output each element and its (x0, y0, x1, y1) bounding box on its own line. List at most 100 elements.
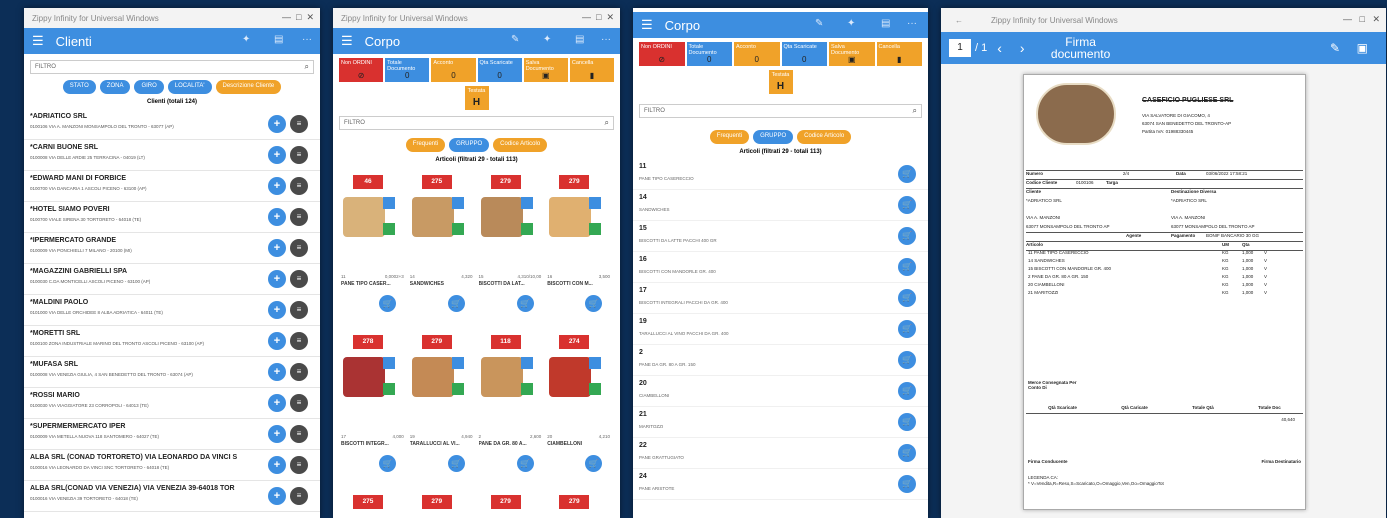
cart-icon[interactable]: 🛒 (898, 382, 916, 400)
article-row[interactable]: 19 TARALLUCCI AL VINO PACCHI DA GR. 400 🛒 (633, 314, 928, 345)
add-document-button[interactable]: + (268, 332, 286, 350)
cart-icon[interactable]: 🛒 (379, 295, 396, 312)
client-menu-button[interactable]: ≡ (290, 301, 308, 319)
toolbar-button[interactable]: Non ORDINI ⊘ (339, 58, 384, 82)
article-row[interactable]: 14 SANDWICHES 🛒 (633, 190, 928, 221)
edit-icon[interactable]: ✎ (1330, 41, 1340, 55)
cart-icon[interactable]: 🛒 (585, 295, 603, 312)
client-row[interactable]: *ROSSI MARIO 0100030 VIA VIAGGIATORE 23 C… (24, 388, 320, 419)
toolbar-button[interactable]: Cancella ▮ (876, 42, 922, 66)
client-row[interactable]: *MAGAZZINI GABRIELLI SPA 0100030 C.DA MON… (24, 264, 320, 295)
product-card[interactable]: 274 20 4,210 CIAMBELLONI 🛒 (545, 327, 614, 487)
note-icon[interactable] (520, 383, 533, 395)
search-icon[interactable]: ⌕ (605, 118, 609, 128)
product-image[interactable] (411, 357, 454, 397)
client-row[interactable]: *IPERMERCATO GRANDE 0100009 VIA PONCHIELL… (24, 233, 320, 264)
article-row[interactable]: 21 MARITOZZI 🛒 (633, 407, 928, 438)
chip-codice[interactable]: Codice Articolo (797, 130, 852, 144)
product-image[interactable] (549, 197, 592, 237)
pin-icon[interactable]: ✦ (847, 18, 855, 29)
tag-icon[interactable] (383, 357, 395, 369)
search-input[interactable]: FILTRO ⌕ (339, 116, 614, 130)
toolbar-button[interactable]: Non ORDINI ⊘ (639, 42, 685, 66)
cart-icon[interactable]: 🛒 (379, 455, 396, 472)
tag-icon[interactable] (451, 197, 464, 209)
chip-gruppo[interactable]: GRUPPO (753, 130, 794, 144)
back-icon[interactable]: ← (955, 16, 963, 25)
chip-stato[interactable]: STATO (62, 80, 96, 94)
product-card[interactable]: 279 (477, 487, 546, 517)
cart-icon[interactable]: 🛒 (898, 258, 916, 276)
search-icon[interactable]: ⌕ (913, 106, 917, 116)
price-badge[interactable]: 46 (353, 175, 383, 189)
page-input[interactable]: 1 (949, 39, 971, 57)
note-icon[interactable] (451, 223, 464, 235)
cart-icon[interactable]: 🛒 (898, 444, 916, 462)
list-icon[interactable]: ▤ (274, 34, 283, 45)
cart-icon[interactable]: 🛒 (898, 165, 916, 183)
prev-page-icon[interactable]: ‹ (997, 40, 1002, 56)
client-row[interactable]: *CARNI BUONE SRL 0100008 VIA DELLE ARDIE … (24, 140, 320, 171)
add-document-button[interactable]: + (268, 115, 286, 133)
product-image[interactable] (480, 197, 523, 237)
client-menu-button[interactable]: ≡ (290, 363, 308, 381)
article-row[interactable]: 17 BISCOTTI INTEGRALI PACCHI DA GR. 400 🛒 (633, 283, 928, 314)
search-input[interactable]: FILTRO ⌕ (30, 60, 314, 74)
note-icon[interactable] (383, 223, 395, 235)
tag-icon[interactable] (520, 357, 533, 369)
toolbar-button[interactable]: Totale Documento 0 (686, 42, 732, 66)
toolbar-button[interactable]: Qta Scaricate 0 (477, 58, 522, 82)
hamburger-icon[interactable]: ☰ (641, 17, 653, 33)
note-icon[interactable] (589, 223, 602, 235)
price-badge[interactable]: 278 (353, 335, 383, 349)
chip-descrizione[interactable]: Descrizione Cliente (215, 80, 282, 94)
hamburger-icon[interactable]: ☰ (341, 33, 353, 49)
price-badge[interactable]: 274 (559, 335, 590, 349)
toolbar-button[interactable]: Acconto 0 (734, 42, 780, 66)
note-icon[interactable] (589, 383, 602, 395)
product-image[interactable] (549, 357, 592, 397)
product-image[interactable] (343, 197, 385, 237)
client-menu-button[interactable]: ≡ (290, 115, 308, 133)
testata-button[interactable]: Testata H (768, 70, 793, 94)
client-menu-button[interactable]: ≡ (290, 425, 308, 443)
chip-codice[interactable]: Codice Articolo (493, 138, 548, 152)
price-badge[interactable]: 279 (490, 495, 521, 509)
client-menu-button[interactable]: ≡ (290, 332, 308, 350)
product-card[interactable]: 279 16 3,500 BISCOTTI CON M... 🛒 (545, 167, 614, 327)
window-controls[interactable]: — □ ✕ (282, 12, 314, 23)
product-card[interactable]: 279 (545, 487, 614, 517)
list-icon[interactable]: ▤ (881, 18, 890, 29)
client-row[interactable]: *HOTEL SIAMO POVERI 0100700 VIALE SIRENA … (24, 202, 320, 233)
product-card[interactable]: 278 17 4,000 BISCOTTI INTEGR... 🛒 (339, 327, 408, 487)
cart-icon[interactable]: 🛒 (898, 475, 916, 493)
pin-icon[interactable]: ✦ (543, 34, 551, 45)
client-menu-button[interactable]: ≡ (290, 239, 308, 257)
cart-icon[interactable]: 🛒 (585, 455, 603, 472)
tag-icon[interactable] (589, 197, 602, 209)
note-icon[interactable] (383, 383, 395, 395)
window-controls[interactable]: — □ ✕ (582, 12, 614, 23)
price-badge[interactable]: 279 (559, 175, 590, 189)
edit-icon[interactable]: ✎ (511, 34, 519, 45)
add-document-button[interactable]: + (268, 301, 286, 319)
cart-icon[interactable]: 🛒 (898, 289, 916, 307)
add-document-button[interactable]: + (268, 146, 286, 164)
search-input[interactable]: FILTRO ⌕ (639, 104, 922, 118)
product-image[interactable] (480, 357, 523, 397)
article-row[interactable]: 16 BISCOTTI CON MANDORLE GR. 400 🛒 (633, 252, 928, 283)
client-menu-button[interactable]: ≡ (290, 394, 308, 412)
client-menu-button[interactable]: ≡ (290, 208, 308, 226)
price-badge[interactable]: 279 (421, 335, 452, 349)
chip-gruppo[interactable]: GRUPPO (449, 138, 490, 152)
add-document-button[interactable]: + (268, 425, 286, 443)
client-menu-button[interactable]: ≡ (290, 456, 308, 474)
tag-icon[interactable] (520, 197, 533, 209)
save-icon[interactable]: ▣ (1357, 41, 1368, 55)
price-badge[interactable]: 279 (421, 495, 452, 509)
window-controls[interactable]: — □ ✕ (1343, 14, 1380, 25)
edit-icon[interactable]: ✎ (815, 18, 823, 29)
hamburger-icon[interactable]: ☰ (32, 33, 44, 49)
add-document-button[interactable]: + (268, 270, 286, 288)
price-badge[interactable]: 275 (421, 175, 452, 189)
